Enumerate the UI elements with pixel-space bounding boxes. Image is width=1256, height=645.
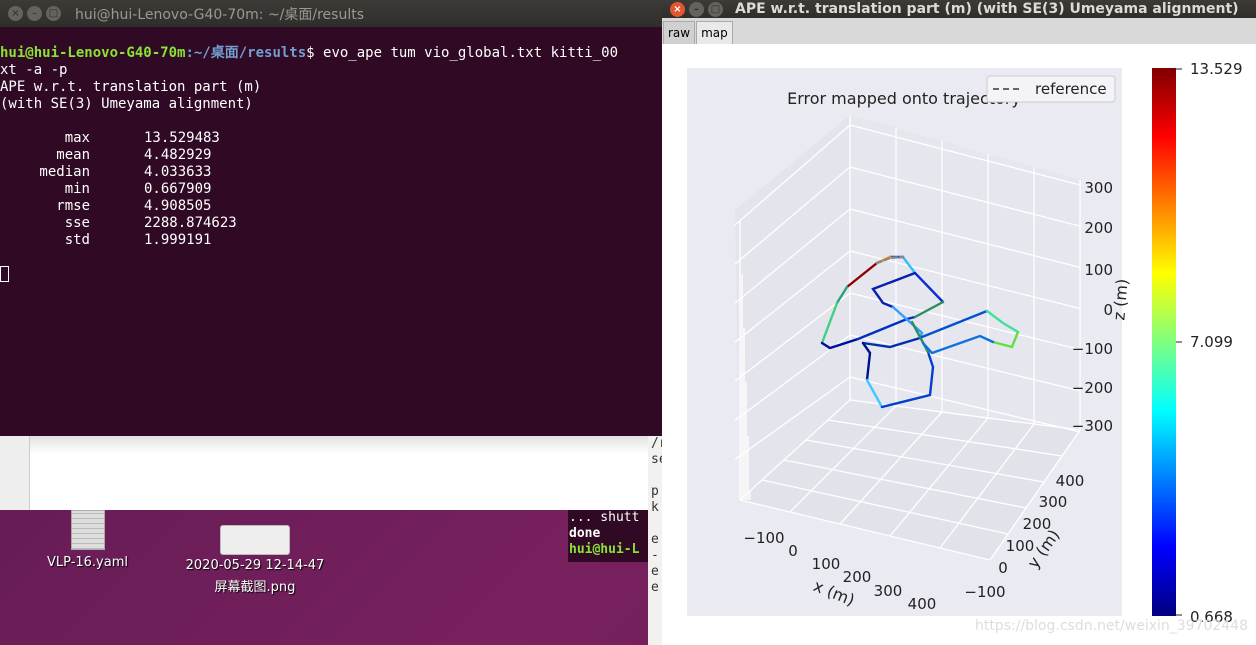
partial-window: /rse pk e-ee bbox=[648, 436, 662, 645]
legend-label: reference bbox=[1035, 80, 1107, 98]
y-tick: 400 bbox=[1056, 472, 1085, 490]
plot-window[interactable]: × – □ APE w.r.t. translation part (m) (wit… bbox=[662, 0, 1256, 645]
z-tick: 300 bbox=[1084, 179, 1113, 197]
x-tick: 0 bbox=[788, 542, 798, 560]
text-file-icon bbox=[70, 510, 105, 550]
desktop-icon-yaml[interactable]: VLP-16.yaml bbox=[40, 510, 135, 570]
terminal-titlebar[interactable]: × – □ hui@hui-Lenovo-G40-70m: ~/桌面/results bbox=[0, 0, 662, 27]
stat-row: max 13.529483 bbox=[64, 130, 220, 146]
background-window bbox=[0, 430, 660, 510]
colorbar-mid-label: 7.099 bbox=[1190, 333, 1233, 351]
image-file-icon bbox=[220, 525, 290, 555]
y-tick: 300 bbox=[1039, 493, 1068, 511]
plot-canvas: Error mapped onto trajectory reference 3… bbox=[687, 60, 1243, 626]
terminal-output[interactable]: hui@hui-Lenovo-G40-70m:~/桌面/results$ evo… bbox=[0, 27, 662, 283]
stat-row: median 4.033633 bbox=[39, 164, 212, 180]
minimize-icon[interactable]: – bbox=[689, 1, 704, 17]
desktop-icon-screenshot[interactable]: 2020-05-29 12-14-47 屏幕截图.png bbox=[180, 525, 330, 595]
icon-label: VLP-16.yaml bbox=[47, 555, 128, 570]
x-tick: 400 bbox=[908, 595, 937, 613]
minimize-icon[interactable]: – bbox=[27, 6, 42, 21]
terminal-title: hui@hui-Lenovo-G40-70m: ~/桌面/results bbox=[75, 6, 365, 23]
z-tick: 100 bbox=[1084, 261, 1113, 279]
stat-row: sse 2288.874623 bbox=[64, 215, 237, 231]
tab-raw[interactable]: raw bbox=[663, 21, 696, 44]
plot-title: Error mapped onto trajectory bbox=[787, 89, 1021, 108]
tab-map[interactable]: map bbox=[696, 21, 733, 44]
stat-row: mean 4.482929 bbox=[56, 147, 212, 163]
y-tick: −100 bbox=[964, 583, 1005, 601]
colorbar-max-label: 13.529 bbox=[1190, 60, 1243, 78]
stat-row: rmse 4.908505 bbox=[56, 198, 212, 214]
plot-titlebar[interactable]: × – □ APE w.r.t. translation part (m) (wit… bbox=[662, 0, 1256, 18]
icon-label: 2020-05-29 12-14-47 bbox=[185, 558, 325, 573]
icon-label-2: 屏幕截图.png bbox=[214, 580, 296, 595]
maximize-icon[interactable]: □ bbox=[708, 1, 723, 17]
terminal-window[interactable]: × – □ hui@hui-Lenovo-G40-70m: ~/桌面/results… bbox=[0, 0, 662, 436]
z-tick: 200 bbox=[1084, 219, 1113, 237]
colorbar-ticks: 13.529 7.099 0.668 bbox=[1176, 60, 1243, 626]
x-tick: 200 bbox=[843, 568, 872, 586]
stat-row: min 0.667909 bbox=[64, 181, 212, 197]
x-tick: 100 bbox=[812, 555, 841, 573]
watermark: https://blog.csdn.net/weixin_39702448 bbox=[975, 618, 1249, 634]
colorbar bbox=[1152, 68, 1176, 616]
plot-window-title: APE w.r.t. translation part (m) (with SE… bbox=[735, 1, 1239, 17]
y-tick: 0 bbox=[998, 559, 1008, 577]
mini-terminal: ... shutt done hui@hui-L bbox=[568, 510, 660, 562]
stat-row: std 1.999191 bbox=[64, 232, 212, 248]
z-axis-label: z (m) bbox=[1109, 278, 1132, 321]
close-icon[interactable]: × bbox=[670, 1, 685, 17]
tab-bar: raw map bbox=[662, 18, 1256, 44]
x-tick: 300 bbox=[874, 582, 903, 600]
z-tick: −100 bbox=[1072, 340, 1113, 358]
close-icon[interactable]: × bbox=[8, 6, 23, 21]
maximize-icon[interactable]: □ bbox=[46, 6, 61, 21]
x-tick: −100 bbox=[743, 529, 784, 547]
legend: reference bbox=[986, 75, 1116, 103]
z-tick: −300 bbox=[1072, 417, 1113, 435]
z-tick: −200 bbox=[1072, 379, 1113, 397]
terminal-cursor bbox=[0, 266, 9, 282]
